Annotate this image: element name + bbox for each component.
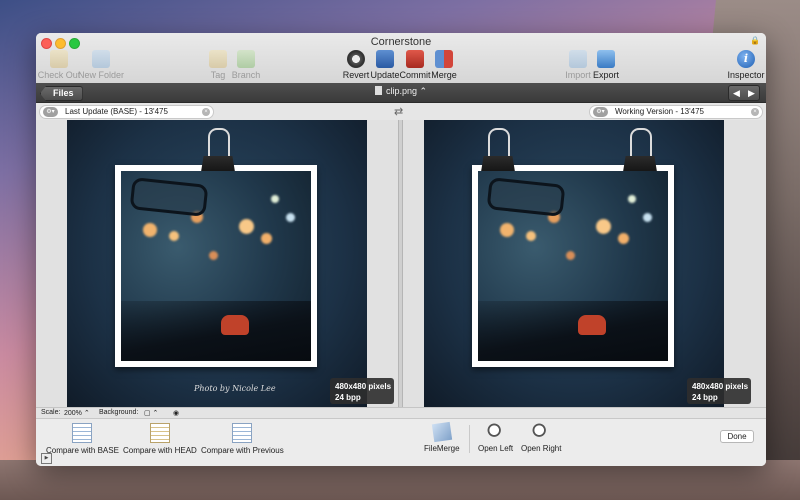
scale-select[interactable]: 200% ⌃ <box>64 409 90 417</box>
open-left-button[interactable]: Open Left <box>478 423 513 453</box>
right-version-menu-button[interactable]: ⚙▾ <box>593 107 608 117</box>
branch-icon <box>237 50 255 68</box>
right-image-depth: 24 bpp <box>692 393 718 402</box>
info-icon: i <box>737 50 755 68</box>
scale-label: Scale: <box>41 409 61 416</box>
open-right-button[interactable]: Open Right <box>521 423 561 453</box>
filemerge-icon <box>431 421 452 443</box>
background-toggle[interactable]: ◉ <box>173 409 179 417</box>
right-photo-image <box>478 171 668 361</box>
check-out-button[interactable]: Check Out <box>36 50 83 80</box>
branch-button[interactable]: Branch <box>222 50 270 80</box>
left-photo-image <box>121 171 311 361</box>
compare-with-base-button[interactable]: Compare with BASE <box>46 423 119 455</box>
folder-icon <box>92 50 110 68</box>
file-step-buttons: ◀ ▶ <box>728 85 760 101</box>
left-image-depth: 24 bpp <box>335 393 361 402</box>
lock-icon: 🔒 <box>750 36 760 45</box>
toolbar-separator <box>469 425 470 453</box>
photo-credit: Photo by Nicole Lee <box>194 384 276 393</box>
compare-with-head-button[interactable]: Compare with HEAD <box>123 423 197 455</box>
file-navigation-bar: Files clip.png ⌃ ◀ ▶ <box>36 83 766 103</box>
right-version-field[interactable]: ⚙▾ Working Version - 13'475 × <box>589 105 763 119</box>
play-icon[interactable]: ▶ <box>41 453 52 464</box>
export-icon <box>597 50 615 68</box>
check-out-icon <box>50 50 68 68</box>
window-title: Cornerstone <box>370 36 432 48</box>
magnifier-icon <box>532 423 551 441</box>
app-window: Cornerstone 🔒 Check Out New Folder Tag B… <box>36 33 766 466</box>
file-selector[interactable]: clip.png ⌃ <box>36 86 766 97</box>
title-bar: Cornerstone 🔒 Check Out New Folder Tag B… <box>36 33 766 84</box>
left-polaroid-photo <box>115 128 317 367</box>
left-version-field[interactable]: ⚙▾ Last Update (BASE) - 13'475 × <box>39 105 214 119</box>
file-name: clip.png ⌃ <box>385 86 428 96</box>
compare-base-icon <box>72 423 93 443</box>
swap-versions-icon[interactable]: ⇄ <box>394 105 403 118</box>
compare-head-icon <box>149 423 170 443</box>
left-image-pane: Photo by Nicole Lee 480x480 pixels 24 bp… <box>36 120 398 407</box>
right-image-info: 480x480 pixels 24 bpp <box>687 378 751 404</box>
right-polaroid-photo <box>472 128 674 367</box>
done-button[interactable]: Done <box>720 430 754 443</box>
left-clear-icon[interactable]: × <box>202 108 210 116</box>
magnifier-icon <box>486 423 505 441</box>
right-clear-icon[interactable]: × <box>751 108 759 116</box>
merge-button[interactable]: Merge <box>420 50 468 80</box>
left-version-label: Last Update (BASE) - 13'475 <box>65 107 168 116</box>
merge-icon <box>435 50 453 68</box>
background-label: Background: <box>99 409 139 416</box>
bottom-action-bar: Compare with BASE Compare with HEAD Comp… <box>36 418 766 466</box>
left-image-canvas: Photo by Nicole Lee <box>67 120 367 407</box>
desktop-ground <box>0 460 800 500</box>
left-image-size: 480x480 pixels <box>335 382 392 391</box>
document-icon <box>374 86 382 95</box>
left-image-info: 480x480 pixels 24 bpp <box>330 378 394 404</box>
right-image-canvas <box>424 120 724 407</box>
left-version-menu-button[interactable]: ⚙▾ <box>43 107 58 117</box>
right-version-label: Working Version - 13'475 <box>615 107 704 116</box>
new-folder-button[interactable]: New Folder <box>77 50 125 80</box>
inspector-button[interactable]: i Inspector <box>722 50 766 80</box>
filemerge-button[interactable]: FileMerge <box>424 421 460 453</box>
right-image-size: 480x480 pixels <box>692 382 749 391</box>
compare-with-previous-button[interactable]: Compare with Previous <box>201 423 284 455</box>
previous-file-button[interactable]: ◀ <box>733 88 740 99</box>
export-button[interactable]: Export <box>582 50 630 80</box>
next-file-button[interactable]: ▶ <box>748 88 755 99</box>
compare-previous-icon <box>232 423 253 443</box>
background-select[interactable]: ▢ ⌃ <box>144 409 158 417</box>
right-image-pane: 480x480 pixels 24 bpp <box>403 120 766 407</box>
